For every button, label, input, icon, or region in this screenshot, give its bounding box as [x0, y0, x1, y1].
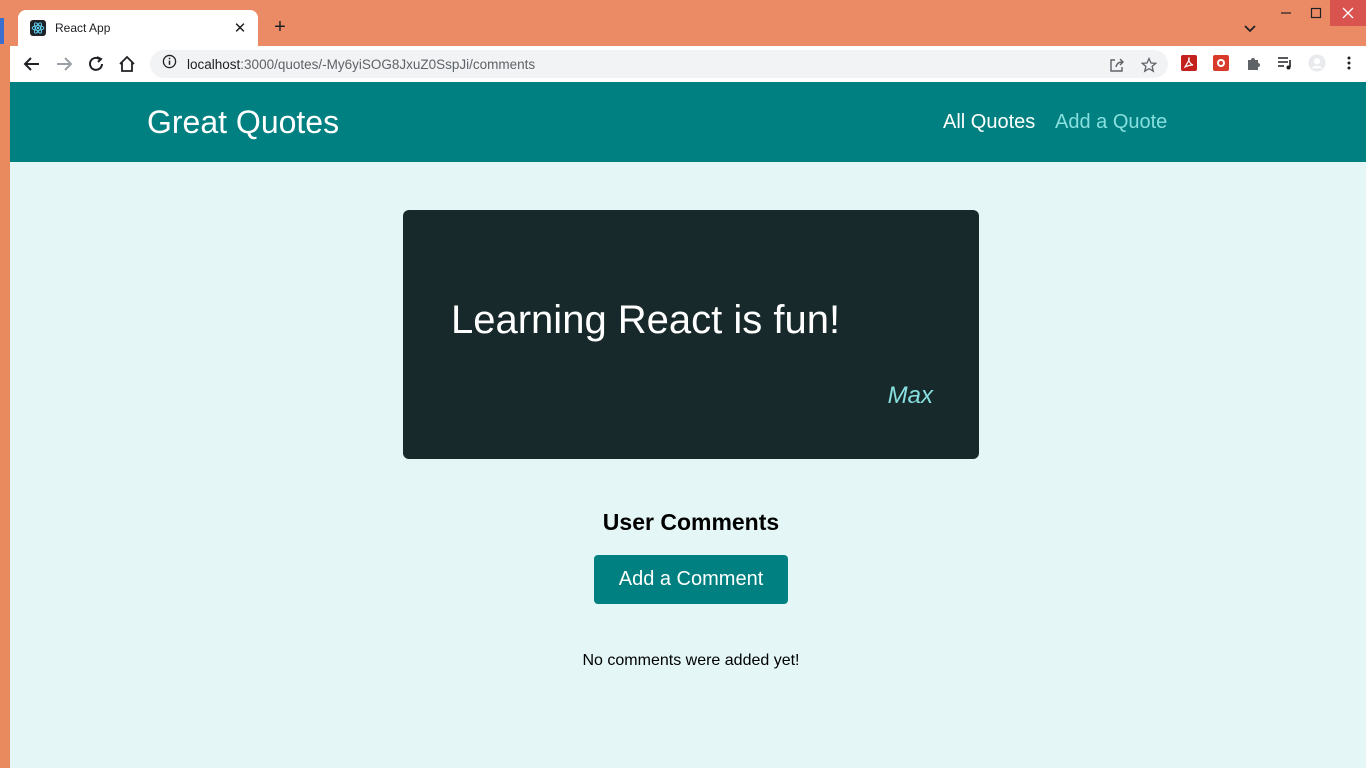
tab-search-chevron-icon[interactable]: [1242, 20, 1258, 36]
page-content: Great Quotes All Quotes Add a Quote Lear…: [10, 82, 1366, 768]
comments-heading: User Comments: [602, 509, 780, 535]
tab-close-icon[interactable]: ✕: [232, 19, 248, 37]
quote-author: Max: [887, 382, 933, 409]
forward-arrow-icon[interactable]: [54, 54, 74, 74]
tab-title: React App: [55, 21, 111, 35]
quote-card: Learning React is fun! Max: [403, 210, 979, 459]
app-header: Great Quotes All Quotes Add a Quote: [10, 82, 1366, 162]
share-icon[interactable]: [1108, 56, 1126, 74]
browser-toolbar: localhost:3000/quotes/-My6yiSOG8JxuZ0Ssp…: [10, 46, 1366, 82]
extensions-puzzle-icon[interactable]: [1244, 54, 1262, 72]
window-edge-strip: [0, 18, 4, 44]
url-path: :3000/quotes/-My6yiSOG8JxuZ0SspJi/commen…: [240, 56, 536, 72]
window-close-icon[interactable]: [1330, 0, 1366, 26]
address-bar[interactable]: localhost:3000/quotes/-My6yiSOG8JxuZ0Ssp…: [150, 50, 1168, 78]
browser-tab[interactable]: React App ✕: [18, 10, 258, 46]
url-text: localhost:3000/quotes/-My6yiSOG8JxuZ0Ssp…: [187, 57, 535, 72]
react-favicon-icon: [30, 20, 46, 36]
new-tab-icon[interactable]: +: [270, 16, 290, 38]
no-comments-message: No comments were added yet!: [582, 652, 800, 669]
bookmark-star-icon[interactable]: [1140, 56, 1158, 74]
media-playlist-icon[interactable]: [1276, 54, 1294, 72]
home-icon[interactable]: [117, 54, 137, 74]
url-host: localhost: [187, 56, 241, 72]
window-minimize-icon[interactable]: [1270, 0, 1302, 26]
nav-link-all-quotes[interactable]: All Quotes: [943, 111, 1035, 134]
profile-avatar-icon[interactable]: [1308, 54, 1326, 72]
app-logo[interactable]: Great Quotes: [147, 104, 339, 141]
extension-red-icon[interactable]: [1212, 54, 1230, 72]
window-maximize-icon[interactable]: [1302, 0, 1330, 26]
quote-text: Learning React is fun!: [451, 298, 841, 342]
nav-link-add-quote[interactable]: Add a Quote: [1055, 111, 1167, 134]
site-info-icon[interactable]: [162, 54, 177, 74]
add-comment-button[interactable]: Add a Comment: [594, 555, 788, 604]
back-arrow-icon[interactable]: [22, 54, 42, 74]
browser-menu-icon[interactable]: [1340, 54, 1358, 72]
pdf-extension-icon[interactable]: [1180, 54, 1198, 72]
reload-icon[interactable]: [86, 54, 106, 74]
